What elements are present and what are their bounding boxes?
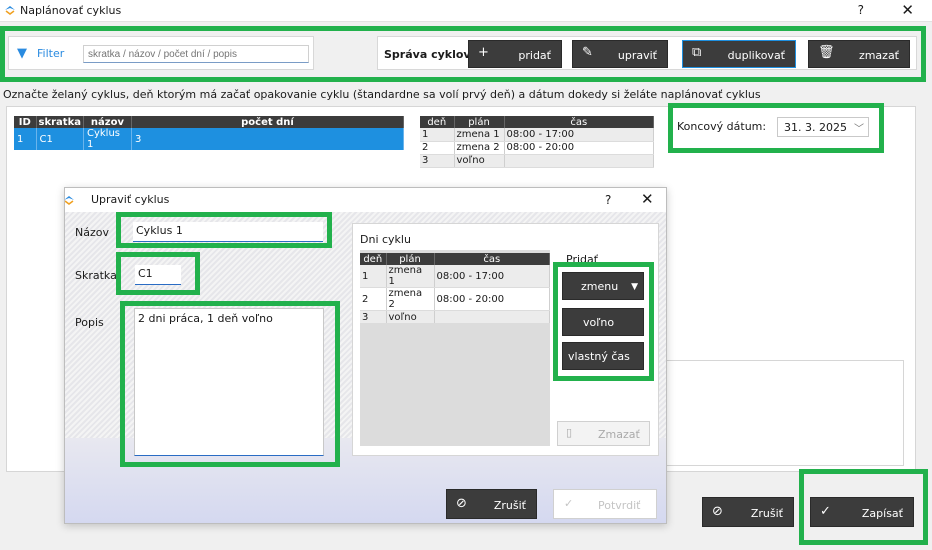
table-cell: 2 — [360, 287, 387, 311]
table-cell — [504, 154, 654, 168]
table-cell: 1 — [420, 128, 455, 142]
check-icon: ✓ — [820, 504, 831, 519]
dialog-app-icon — [65, 196, 74, 205]
pencil-icon: ✎ — [582, 45, 593, 60]
save-button[interactable]: ✓ Zapísať — [810, 497, 914, 527]
delete-day-button[interactable]: ▯ Zmazať — [557, 421, 650, 446]
table-row[interactable]: 2 zmena 2 08:00 - 20:00 — [420, 141, 654, 155]
dialog-days-table: deň plán čas 1 zmena 1 08:00 - 17:00 2 zmen… — [360, 253, 550, 324]
table-cell: 2 — [420, 141, 455, 155]
check-icon: ✓ — [564, 497, 574, 510]
table-cell: 08:00 - 17:00 — [504, 128, 654, 142]
dialog-confirm-button[interactable]: ✓ Potvrdiť — [553, 489, 657, 519]
trash-icon: 🗑 — [818, 45, 835, 60]
table-row[interactable]: 3 voľno — [360, 310, 550, 324]
abbr-field[interactable]: C1 — [135, 265, 181, 285]
table-cell: 3 — [131, 128, 405, 150]
name-field[interactable]: Cyklus 1 — [133, 222, 323, 242]
filter-panel: ▼ Filter — [8, 36, 314, 70]
desc-field[interactable]: 2 dni práca, 1 deň voľno — [134, 308, 324, 456]
table-cell: zmena 2 — [386, 287, 435, 311]
table-cell: zmena 1 — [454, 128, 505, 142]
dialog-title: Upraviť cyklus — [91, 193, 170, 206]
plus-icon: + — [478, 45, 489, 60]
add-button[interactable]: + pridať — [468, 40, 562, 68]
instruction-text: Označte želaný cyklus, deň ktorým má zač… — [3, 88, 761, 101]
window-titlebar: Naplánovať cyklus ? ✕ — [0, 0, 932, 22]
column-header[interactable]: čas — [504, 116, 654, 128]
table-row[interactable]: 2 zmena 2 08:00 - 20:00 — [360, 287, 550, 311]
filter-input[interactable] — [83, 45, 309, 63]
table-row[interactable]: 1 zmena 1 08:00 - 17:00 — [420, 128, 654, 142]
dialog-titlebar: Upraviť cyklus ? ✕ — [65, 188, 666, 212]
table-cell: Cyklus 1 — [83, 128, 132, 150]
table-cell: C1 — [36, 128, 84, 150]
close-button[interactable]: ✕ — [901, 1, 914, 19]
name-label: Názov — [75, 226, 109, 239]
table-cell: 08:00 - 20:00 — [504, 141, 654, 155]
table-cell: 3 — [360, 310, 387, 324]
dropdown-arrow-icon: ▼ — [631, 282, 638, 292]
column-header[interactable]: plán — [454, 116, 505, 128]
dialog-cancel-button[interactable]: ⊘ Zrušiť — [446, 489, 537, 519]
cycles-table: ID skratka názov počet dní 1 C1 Cyklus 1… — [14, 116, 405, 150]
trash-icon: ▯ — [566, 426, 573, 439]
table-row[interactable]: 1 zmena 1 08:00 - 17:00 — [360, 265, 550, 288]
edit-button[interactable]: ✎ upraviť — [572, 40, 668, 68]
chevron-down-icon: ﹀ — [854, 124, 864, 135]
main-days-table: deň plán čas 1 zmena 1 08:00 - 17:00 2 zmen… — [420, 116, 654, 168]
duplicate-button[interactable]: ⧉ duplikovať — [682, 40, 796, 68]
table-cell: zmena 2 — [454, 141, 505, 155]
table-cell: 08:00 - 20:00 — [434, 287, 550, 311]
add-label: Pridať — [566, 253, 599, 266]
table-cell: voľno — [454, 154, 505, 168]
cancel-icon: ⊘ — [456, 496, 467, 511]
abbr-label: Skratka — [75, 269, 117, 282]
desc-label: Popis — [75, 316, 104, 329]
table-row[interactable]: 3 voľno — [420, 154, 654, 168]
help-button[interactable]: ? — [858, 3, 864, 17]
table-cell: 1 — [360, 265, 387, 288]
column-header[interactable]: deň — [360, 253, 387, 265]
end-date-value: 31. 3. 2025 — [784, 121, 847, 134]
end-date-label: Koncový dátum: — [677, 120, 767, 133]
add-shift-button[interactable]: zmenu ▼ — [562, 272, 644, 300]
table-cell — [434, 310, 550, 324]
add-custom-time-button[interactable]: vlastný čas — [562, 342, 644, 370]
table-cell: voľno — [386, 310, 435, 324]
cancel-icon: ⊘ — [712, 504, 723, 519]
cycle-management-label: Správa cyklov — [384, 48, 471, 61]
table-cell: 3 — [420, 154, 455, 168]
dialog-close-button[interactable]: ✕ — [641, 190, 654, 208]
add-day-off-button[interactable]: voľno — [562, 308, 644, 336]
table-cell: 1 — [14, 128, 37, 150]
cycle-days-title: Dni cyklu — [360, 233, 411, 246]
column-header[interactable]: počet dní — [131, 116, 405, 128]
copy-icon: ⧉ — [692, 45, 702, 60]
cycle-management-panel: Správa cyklov + pridať ✎ upraviť ⧉ dupli… — [377, 36, 917, 70]
main-cancel-button[interactable]: ⊘ Zrušiť — [702, 497, 794, 527]
table-row[interactable]: 1 C1 Cyklus 1 3 — [14, 128, 405, 150]
column-header[interactable]: názov — [83, 116, 132, 128]
delete-button[interactable]: 🗑 zmazať — [808, 40, 910, 68]
filter-label: Filter — [37, 47, 65, 60]
app-icon — [5, 6, 15, 15]
background-panel — [659, 360, 904, 466]
column-header[interactable]: plán — [386, 253, 435, 265]
column-header[interactable]: skratka — [36, 116, 84, 128]
window-title: Naplánovať cyklus — [20, 4, 122, 17]
end-date-picker[interactable]: 31. 3. 2025 ﹀ — [777, 117, 869, 137]
column-header[interactable]: ID — [14, 116, 37, 128]
table-cell: 08:00 - 17:00 — [434, 265, 550, 288]
dialog-help-button[interactable]: ? — [605, 193, 611, 207]
column-header[interactable]: čas — [434, 253, 550, 265]
filter-icon: ▼ — [17, 46, 27, 61]
column-header[interactable]: deň — [420, 116, 455, 128]
table-cell: zmena 1 — [386, 265, 435, 288]
